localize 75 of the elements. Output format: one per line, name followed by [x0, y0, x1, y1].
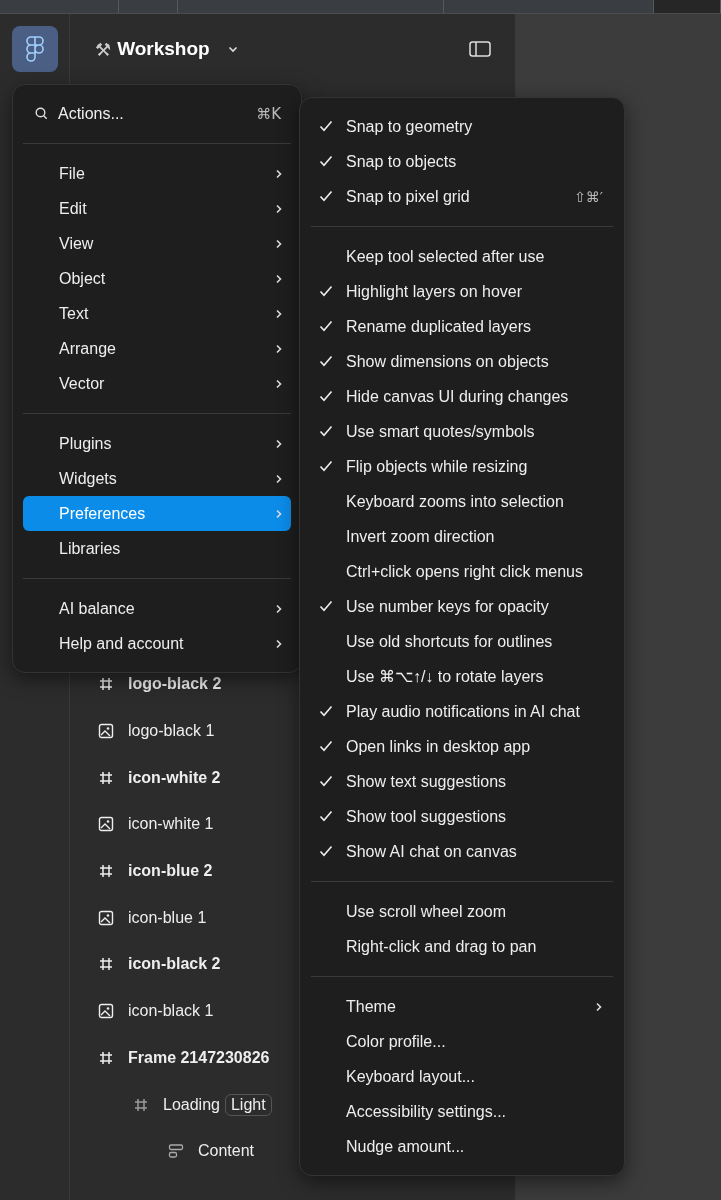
menu-item[interactable]: Highlight layers on hover [311, 274, 613, 309]
menu-item[interactable]: Color profile... [311, 1024, 613, 1059]
image-icon [98, 816, 114, 833]
menu-item[interactable]: Invert zoom direction [311, 519, 613, 554]
menu-item[interactable]: Rename duplicated layers [311, 309, 613, 344]
layer-name[interactable]: icon-blue 2 [128, 862, 213, 881]
layer-name[interactable]: Content [198, 1142, 255, 1161]
menu-item[interactable]: Use scroll wheel zoom [311, 894, 613, 929]
menu-item[interactable]: Theme [311, 989, 613, 1024]
image-icon [98, 723, 114, 740]
layer-name[interactable]: Frame 2147230826 [128, 1048, 270, 1067]
menu-item[interactable]: Snap to pixel grid ⇧⌘′ [311, 179, 613, 214]
menu-item[interactable]: Show AI chat on canvas [311, 834, 613, 869]
menu-item[interactable]: Hide canvas UI during changes [311, 379, 613, 414]
menu-item[interactable]: Show tool suggestions [311, 799, 613, 834]
menu-item[interactable]: Object [23, 261, 291, 296]
menu-item[interactable]: Right-click and drag to pan [311, 929, 613, 964]
shortcut-label: ⇧⌘′ [574, 188, 603, 205]
app-menu-button[interactable] [12, 26, 58, 72]
menu-item[interactable]: Use number keys for opacity [311, 589, 613, 624]
frame-icon [134, 1097, 148, 1112]
shortcut-label: ⌘K [256, 104, 281, 123]
menu-item[interactable]: Flip objects while resizing [311, 449, 613, 484]
menu-item[interactable]: Keep tool selected after use [311, 239, 613, 274]
menu-item[interactable]: AI balance [23, 591, 291, 626]
layer-name[interactable]: Loading [163, 1095, 220, 1114]
menu-item[interactable]: Widgets [23, 461, 291, 496]
menu-item[interactable]: Nudge amount... [311, 1129, 613, 1164]
menu-item[interactable]: Use smart quotes/symbols [311, 414, 613, 449]
menu-item[interactable]: Use ⌘⌥↑/↓ to rotate layers [311, 659, 613, 694]
actions-search[interactable]: Actions... ⌘K [23, 96, 291, 131]
menu-item[interactable]: Keyboard zooms into selection [311, 484, 613, 519]
variant-badge: Light [224, 1093, 272, 1116]
menu-item[interactable]: Ctrl+click opens right click menus [311, 554, 613, 589]
frame-icon [99, 1050, 113, 1065]
layer-name[interactable]: icon-black 1 [128, 1002, 214, 1021]
chevron-down-icon [227, 45, 238, 53]
menu-item[interactable]: Preferences [23, 496, 291, 531]
frame-icon [99, 864, 113, 879]
menu-item[interactable]: Plugins [23, 426, 291, 461]
menu-item[interactable]: Open links in desktop app [311, 729, 613, 764]
frame-icon [99, 957, 113, 972]
menu-item[interactable]: Show text suggestions [311, 764, 613, 799]
image-icon [98, 1003, 114, 1020]
layer-name[interactable]: logo-black 1 [128, 722, 215, 741]
layer-name[interactable]: logo-black 2 [128, 675, 222, 694]
frame-icon [99, 770, 113, 785]
menu-item[interactable]: File [23, 156, 291, 191]
menu-item[interactable]: Help and account [23, 626, 291, 661]
file-title: Workshop [117, 38, 210, 60]
menu-item[interactable]: Play audio notifications in AI chat [311, 694, 613, 729]
menu-item[interactable]: Text [23, 296, 291, 331]
menu-item[interactable]: Show dimensions on objects [311, 344, 613, 379]
menu-item[interactable]: Snap to objects [311, 144, 613, 179]
auto-layout-icon [168, 1143, 184, 1160]
file-emoji: ⚒ [95, 38, 112, 60]
menu-item[interactable]: Libraries [23, 531, 291, 566]
menu-item[interactable]: Accessibility settings... [311, 1094, 613, 1129]
menu-item[interactable]: Edit [23, 191, 291, 226]
layer-name[interactable]: icon-black 2 [128, 955, 221, 974]
menu-item[interactable]: Arrange [23, 331, 291, 366]
layer-name[interactable]: icon-white 2 [128, 768, 221, 787]
sidebar-icon [469, 41, 491, 57]
menu-item[interactable]: Vector [23, 366, 291, 401]
menu-item[interactable]: View [23, 226, 291, 261]
search-icon [35, 107, 48, 120]
sidebar-toggle-button[interactable] [467, 39, 493, 59]
menu-item[interactable]: Snap to geometry [311, 109, 613, 144]
layer-name[interactable]: icon-white 1 [128, 815, 214, 834]
menu-item[interactable]: Keyboard layout... [311, 1059, 613, 1094]
image-icon [98, 909, 114, 926]
frame-icon [99, 677, 113, 692]
layer-name[interactable]: icon-blue 1 [128, 908, 207, 927]
menu-item[interactable]: Use old shortcuts for outlines [311, 624, 613, 659]
logo-icon [26, 36, 44, 62]
